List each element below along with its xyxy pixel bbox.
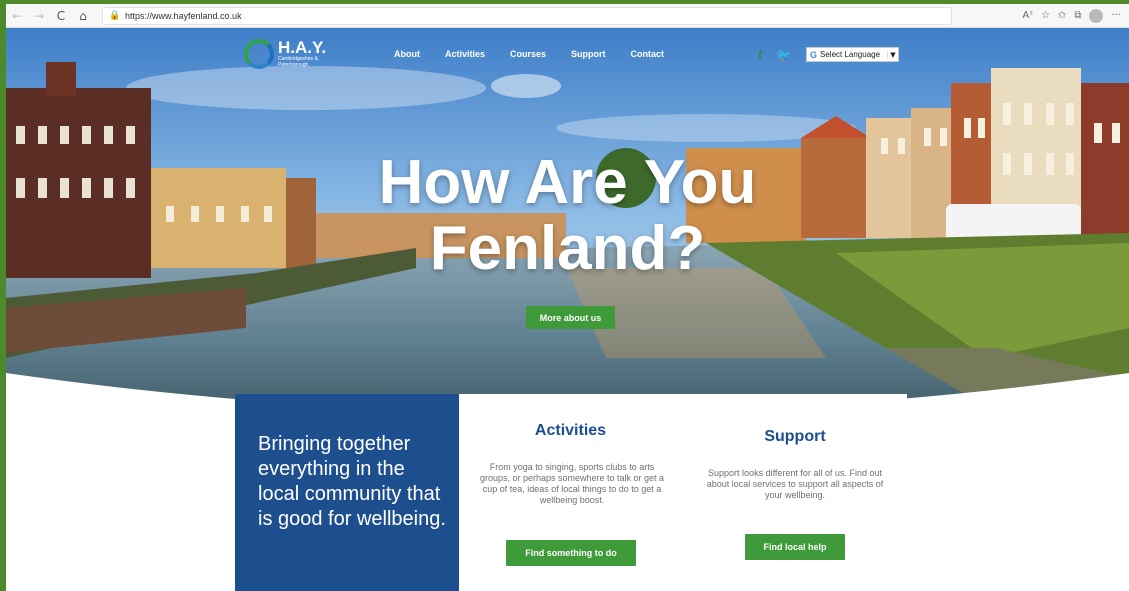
read-aloud-icon[interactable]: Aˢ [1022,10,1033,21]
find-local-help-button[interactable]: Find local help [745,534,845,560]
url-text: https://www.hayfenland.co.uk [125,10,242,21]
forward-icon[interactable]: → [28,6,50,26]
language-select-label: Select Language [820,50,881,59]
facebook-icon[interactable]: f [758,47,762,63]
nav-contact[interactable]: Contact [631,49,665,59]
activities-title: Activities [534,422,607,439]
logo-text: H.A.Y. [278,38,327,57]
nav-about[interactable]: About [394,49,420,59]
back-icon[interactable]: ← [6,6,28,26]
nav-activities[interactable]: Activities [445,49,485,59]
hero-title-line2: Fenland? [429,214,706,283]
profile-avatar[interactable] [1089,8,1104,23]
browser-toolbar: ← → C ⌂ 🔒 https://www.hayfenland.co.uk A… [6,4,1129,28]
intro-panel: Bringing together everything in the loca… [235,394,459,591]
collections-icon[interactable]: ⧉ [1074,10,1081,21]
more-about-us-button[interactable]: More about us [526,306,615,329]
logo-subtitle: Cambridgeshire & Peterborough [278,56,319,68]
refresh-icon[interactable]: C [50,6,72,26]
nav-support[interactable]: Support [571,49,606,59]
language-select[interactable]: G Select Language ▼ [806,47,899,62]
support-text: Support looks different for all of us. F… [706,468,884,500]
lock-icon[interactable]: 🔒 [109,11,120,21]
hero-section: H.A.Y. Cambridgeshire & Peterborough Abo… [6,28,1129,448]
find-something-button[interactable]: Find something to do [506,540,636,566]
main-nav: About Activities Courses Support Contact [394,49,664,59]
social-links: f 🐦 [758,47,791,63]
home-icon[interactable]: ⌂ [72,6,94,26]
tracking-icon[interactable]: ☆ [1041,10,1050,21]
favorites-icon[interactable]: ✩ [1058,10,1066,21]
hero-title: How Are You Fenland? [6,150,1129,282]
hero-title-line1: How Are You [378,148,757,217]
intro-text: Bringing together everything in the loca… [258,433,446,530]
google-icon: G [809,49,817,60]
features-panel: Activities From yoga to singing, sports … [459,394,907,591]
chevron-down-icon: ▼ [887,50,898,59]
activities-text: From yoga to singing, sports clubs to ar… [479,462,665,505]
more-icon[interactable]: ··· [1111,10,1121,21]
logo-ring-icon [244,39,274,69]
twitter-icon[interactable]: 🐦 [776,48,791,62]
address-bar[interactable]: 🔒 https://www.hayfenland.co.uk [102,6,952,25]
nav-courses[interactable]: Courses [510,49,546,59]
site-logo[interactable]: H.A.Y. Cambridgeshire & Peterborough [244,39,328,69]
support-title: Support [764,428,826,445]
